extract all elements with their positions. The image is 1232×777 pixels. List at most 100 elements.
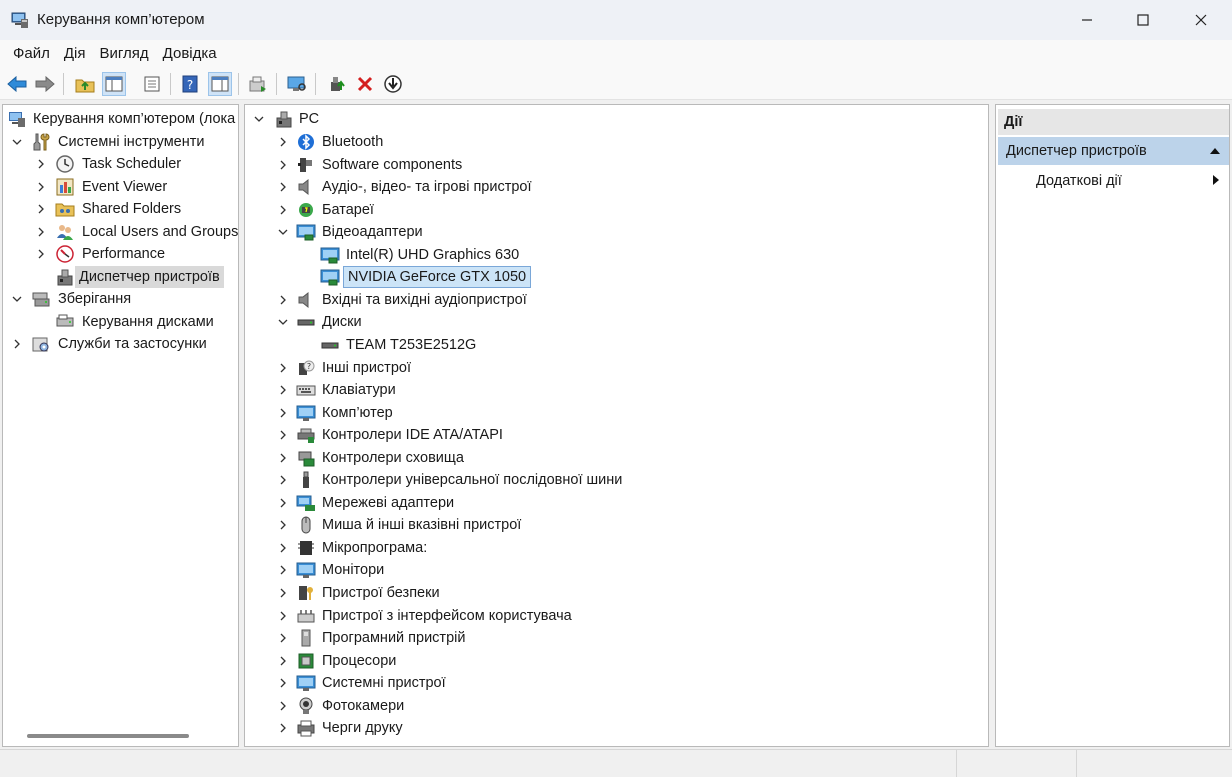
device-category[interactable]: Пристрої безпеки — [245, 582, 985, 604]
device-category[interactable]: Контролери IDE ATA/ATAPI — [245, 424, 985, 446]
device-category[interactable]: Мережеві адаптери — [245, 492, 985, 514]
enable-device-button[interactable] — [325, 72, 349, 96]
chevron-right-icon[interactable] — [277, 176, 289, 198]
chevron-down-icon[interactable] — [277, 311, 289, 333]
help-button[interactable]: ? — [178, 72, 202, 96]
device-category[interactable]: Диски — [245, 311, 985, 333]
device-category[interactable]: Монітори — [245, 559, 985, 581]
tree-node-shared-folders[interactable]: Shared Folders — [3, 198, 238, 220]
menu-view[interactable]: Вигляд — [93, 40, 156, 68]
device-category[interactable]: Процесори — [245, 650, 985, 672]
chevron-right-icon[interactable] — [11, 333, 23, 355]
device-root[interactable]: PC — [245, 108, 985, 130]
tree-node-system-tools[interactable]: Системні інструменти — [3, 131, 238, 153]
chevron-down-icon[interactable] — [11, 288, 23, 310]
chevron-right-icon[interactable] — [277, 154, 289, 176]
tree-node-task-scheduler[interactable]: Task Scheduler — [3, 153, 238, 175]
device-category[interactable]: Черги друку — [245, 717, 985, 739]
chevron-right-icon[interactable] — [277, 131, 289, 153]
device-category[interactable]: Комп’ютер — [245, 402, 985, 424]
tree-node-services[interactable]: Служби та застосунки — [3, 333, 238, 355]
show-hide-action-pane-button[interactable] — [208, 72, 232, 96]
uninstall-device-button[interactable] — [353, 72, 377, 96]
menu-file[interactable]: Файл — [6, 40, 57, 68]
chevron-right-icon[interactable] — [277, 357, 289, 379]
chevron-right-icon[interactable] — [277, 469, 289, 491]
chevron-right-icon[interactable] — [35, 221, 47, 243]
tree-node-disk-management[interactable]: Керування дисками — [3, 311, 238, 333]
chevron-right-icon[interactable] — [277, 717, 289, 739]
device-category[interactable]: Батареї — [245, 199, 985, 221]
update-driver-button[interactable] — [246, 72, 270, 96]
chevron-right-icon[interactable] — [277, 402, 289, 424]
collapse-up-icon[interactable] — [1209, 147, 1221, 155]
chevron-right-icon[interactable] — [277, 424, 289, 446]
minimize-button[interactable] — [1058, 0, 1116, 40]
shared-folder-icon — [55, 203, 75, 217]
chevron-right-icon[interactable] — [277, 582, 289, 604]
properties-button[interactable] — [140, 72, 164, 96]
device-category[interactable]: Мікропрограма: — [245, 537, 985, 559]
scrollbar-thumb[interactable] — [27, 734, 189, 738]
device-category[interactable]: Миша й інші вказівні пристрої — [245, 514, 985, 536]
chevron-right-icon[interactable] — [277, 605, 289, 627]
chevron-right-icon[interactable] — [35, 243, 47, 265]
up-folder-button[interactable] — [73, 72, 97, 96]
device-category[interactable]: Пристрої з інтерфейсом користувача — [245, 605, 985, 627]
chevron-right-icon[interactable] — [277, 492, 289, 514]
device-label: Intel(R) UHD Graphics 630 — [346, 246, 520, 263]
chevron-right-icon[interactable] — [277, 514, 289, 536]
chevron-right-icon[interactable] — [277, 447, 289, 469]
chevron-down-icon[interactable] — [11, 131, 23, 153]
forward-button[interactable] — [33, 72, 57, 96]
device-category[interactable]: Клавіатури — [245, 379, 985, 401]
tree-root[interactable]: Керування комп’ютером (лока — [3, 108, 238, 130]
chevron-right-icon[interactable] — [35, 176, 47, 198]
close-button[interactable] — [1172, 0, 1230, 40]
chevron-right-icon[interactable] — [277, 559, 289, 581]
device-item[interactable]: NVIDIA GeForce GTX 1050 — [245, 266, 985, 289]
chevron-right-icon[interactable] — [277, 650, 289, 672]
chevron-right-icon[interactable] — [277, 537, 289, 559]
device-item[interactable]: Intel(R) UHD Graphics 630 — [245, 244, 985, 266]
tree-node-event-viewer[interactable]: Event Viewer — [3, 176, 238, 198]
chevron-right-icon[interactable] — [35, 153, 47, 175]
menu-action[interactable]: Дія — [57, 40, 93, 68]
chevron-right-icon[interactable] — [277, 199, 289, 221]
back-button[interactable] — [5, 72, 29, 96]
chevron-down-icon[interactable] — [253, 108, 265, 130]
chevron-right-icon[interactable] — [277, 627, 289, 649]
device-item[interactable]: TEAM T253E2512G — [245, 334, 985, 356]
scan-hardware-button[interactable] — [285, 72, 309, 96]
chevron-right-icon[interactable] — [277, 695, 289, 717]
maximize-button[interactable] — [1114, 0, 1172, 40]
device-category[interactable]: Контролери універсальної послідовної шин… — [245, 469, 985, 491]
tree-node-storage[interactable]: Зберігання — [3, 288, 238, 310]
chevron-right-icon[interactable] — [277, 289, 289, 311]
device-category[interactable]: Програмний пристрій — [245, 627, 985, 649]
disable-device-button[interactable] — [381, 72, 405, 96]
tree-node-device-manager[interactable]: Диспетчер пристроїв — [3, 266, 238, 288]
menu-help[interactable]: Довідка — [156, 40, 224, 68]
tree-node-local-users[interactable]: Local Users and Groups — [3, 221, 238, 243]
actions-section-device-manager[interactable]: Диспетчер пристроїв — [998, 137, 1229, 165]
tree-node-performance[interactable]: Performance — [3, 243, 238, 265]
device-category[interactable]: ? Інші пристрої — [245, 357, 985, 379]
submenu-arrow-icon — [1213, 175, 1219, 185]
horizontal-scrollbar[interactable] — [5, 727, 236, 743]
more-actions-link[interactable]: Додаткові дії — [1036, 171, 1122, 191]
chevron-right-icon[interactable] — [35, 198, 47, 220]
chevron-right-icon[interactable] — [277, 379, 289, 401]
device-category[interactable]: Вхідні та вихідні аудіопристрої — [245, 289, 985, 311]
show-hide-tree-button[interactable] — [102, 72, 126, 96]
device-category[interactable]: Bluetooth — [245, 131, 985, 153]
device-category[interactable]: Software components — [245, 154, 985, 176]
chevron-down-icon[interactable] — [277, 221, 289, 243]
device-category[interactable]: Відеоадаптери — [245, 221, 985, 243]
device-root-label: PC — [299, 111, 320, 127]
chevron-right-icon[interactable] — [277, 672, 289, 694]
device-category[interactable]: Системні пристрої — [245, 672, 985, 694]
device-category[interactable]: Аудіо-, відео- та ігрові пристрої — [245, 176, 985, 198]
device-category[interactable]: Фотокамери — [245, 695, 985, 717]
device-category[interactable]: Контролери сховища — [245, 447, 985, 469]
